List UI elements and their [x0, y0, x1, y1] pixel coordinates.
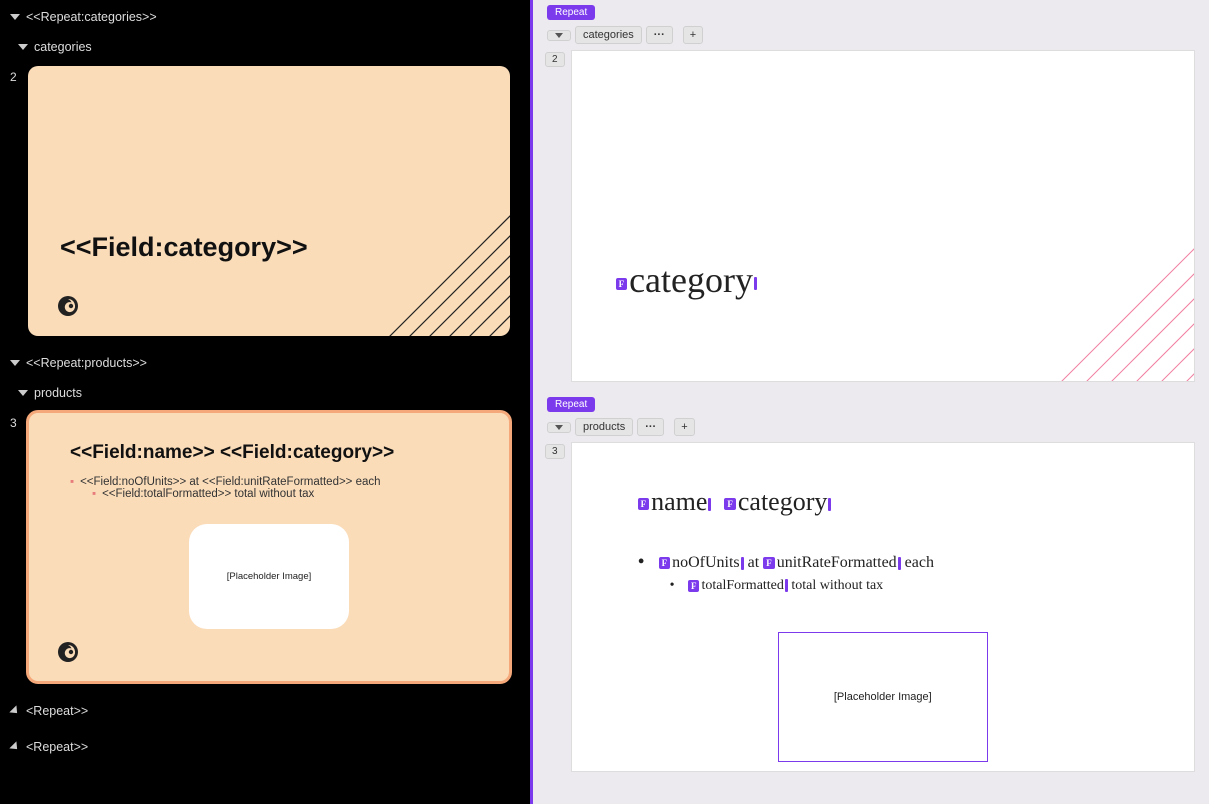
caret-icon [9, 705, 20, 716]
field-tag-icon: F [688, 580, 700, 592]
slide-title: <<Field:name>> <<Field:category>> [28, 412, 510, 470]
chevron-down-icon [555, 425, 563, 430]
tree-end-repeat-2[interactable]: <Repeat>> [0, 732, 530, 762]
tree-label: categories [34, 40, 92, 54]
preview-number: 3 [545, 444, 565, 459]
preview-slide-2[interactable]: Fcategory [571, 50, 1195, 382]
field-close-icon [708, 498, 711, 511]
control-row: products ··· + [541, 416, 1199, 442]
field-tag-icon: F [763, 557, 775, 569]
caret-down-icon [18, 44, 28, 50]
tree-label: <Repeat>> [26, 740, 88, 754]
placeholder-image: [Placeholder Image] [189, 524, 349, 629]
slide-thumbnail-2[interactable]: <<Field:category>> [28, 66, 510, 336]
tree-label: <<Repeat:categories>> [26, 10, 157, 24]
slide-thumbnail-3[interactable]: <<Field:name>> <<Field:category>> <<Fiel… [28, 412, 510, 682]
preview-panel: Repeat categories ··· + 2 Fcategory [530, 0, 1209, 804]
repeat-block-products: Repeat products ··· + 3 Fname Fcategory … [541, 394, 1199, 776]
field-tag-icon: F [724, 498, 736, 510]
tree-repeat-categories[interactable]: <<Repeat:categories>> [0, 2, 530, 32]
preview-title: Fname Fcategory [572, 443, 1194, 517]
tree-label: products [34, 386, 82, 400]
tree-label: <Repeat>> [26, 704, 88, 718]
tree-label: <<Repeat:products>> [26, 356, 147, 370]
slide-3-container: 3 <<Field:name>> <<Field:category>> <<Fi… [0, 412, 530, 682]
field-tag-icon: F [638, 498, 650, 510]
bullet-2: <<Field:totalFormatted>> total without t… [92, 488, 510, 500]
bullet-row-1: FnoOfUnits at FunitRateFormatted each [638, 551, 1194, 574]
preview-slide-3[interactable]: Fname Fcategory FnoOfUnits at FunitRateF… [571, 442, 1195, 772]
tree-products[interactable]: products [0, 378, 530, 408]
preview-wrap: 3 Fname Fcategory FnoOfUnits at FunitRat… [541, 442, 1199, 776]
repeat-block-categories: Repeat categories ··· + 2 Fcategory [541, 2, 1199, 386]
slide-number: 3 [10, 416, 17, 430]
dots-button[interactable]: ··· [637, 418, 664, 436]
bullet-1: <<Field:noOfUnits>> at <<Field:unitRateF… [70, 476, 510, 488]
field-tag-icon: F [616, 278, 628, 290]
plus-button[interactable]: + [674, 418, 694, 436]
expand-button[interactable] [547, 30, 571, 41]
template-outline-panel: <<Repeat:categories>> categories 2 <<Fie… [0, 0, 530, 804]
bullet-row-2: FtotalFormatted total without tax [670, 578, 1194, 594]
field-tag-icon: F [659, 557, 671, 569]
caret-icon [9, 741, 20, 752]
field-category: Fcategory [616, 259, 757, 301]
caret-down-icon [18, 390, 28, 396]
slide-number: 2 [10, 70, 17, 84]
placeholder-image: [Placeholder Image] [778, 632, 988, 762]
control-row: categories ··· + [541, 24, 1199, 50]
field-close-icon [754, 277, 757, 290]
expand-button[interactable] [547, 422, 571, 433]
decor-lines-icon [994, 189, 1195, 382]
logo-icon [56, 294, 80, 318]
preview-bullets: FnoOfUnits at FunitRateFormatted each Ft… [572, 517, 1194, 594]
decor-lines-icon [350, 176, 510, 336]
caret-down-icon [10, 14, 20, 20]
preview-number: 2 [545, 52, 565, 67]
tag-button[interactable]: products [575, 418, 633, 436]
dots-button[interactable]: ··· [646, 26, 673, 44]
logo-icon [56, 640, 80, 664]
preview-wrap: 2 Fcategory [541, 50, 1199, 386]
slide-bullets: <<Field:noOfUnits>> at <<Field:unitRateF… [28, 470, 510, 500]
tree-repeat-products[interactable]: <<Repeat:products>> [0, 348, 530, 378]
plus-button[interactable]: + [683, 26, 703, 44]
tree-categories[interactable]: categories [0, 32, 530, 62]
field-close-icon [828, 498, 831, 511]
slide-2-container: 2 <<Field:category>> [0, 66, 530, 336]
slide-title: <<Field:category>> [60, 232, 308, 263]
repeat-badge: Repeat [547, 397, 595, 412]
tag-button[interactable]: categories [575, 26, 642, 44]
repeat-badge: Repeat [547, 5, 595, 20]
tree-end-repeat-1[interactable]: <Repeat>> [0, 696, 530, 726]
chevron-down-icon [555, 33, 563, 38]
caret-down-icon [10, 360, 20, 366]
